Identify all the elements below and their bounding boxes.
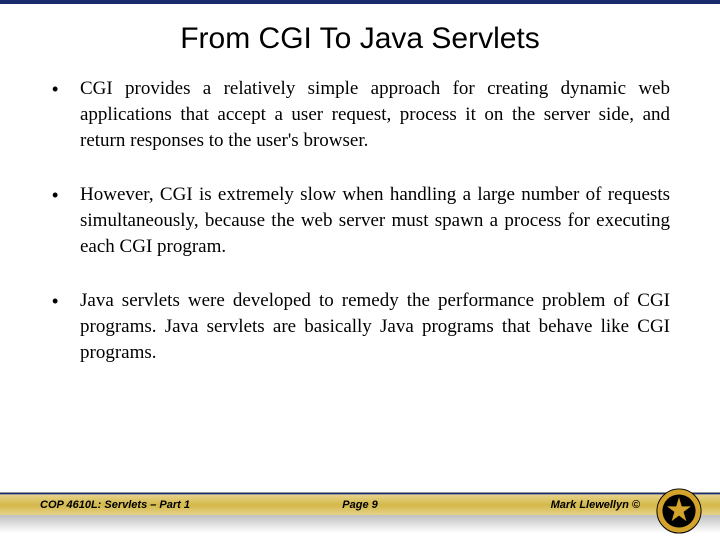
- bullet-item: • Java servlets were developed to remedy…: [50, 288, 670, 366]
- slide: From CGI To Java Servlets • CGI provides…: [0, 0, 720, 540]
- bullet-marker: •: [50, 288, 80, 366]
- footer-bar: COP 4610L: Servlets – Part 1 Page 9 Mark…: [0, 495, 720, 515]
- footer-author: Mark Llewellyn ©: [551, 499, 640, 511]
- bullet-item: • CGI provides a relatively simple appro…: [50, 76, 670, 154]
- bullet-text: However, CGI is extremely slow when hand…: [80, 182, 670, 260]
- bullet-text: Java servlets were developed to remedy t…: [80, 288, 670, 366]
- bullet-item: • However, CGI is extremely slow when ha…: [50, 182, 670, 260]
- ucf-logo-icon: [656, 488, 702, 534]
- slide-title: From CGI To Java Servlets: [0, 4, 720, 66]
- slide-content: • CGI provides a relatively simple appro…: [0, 66, 720, 366]
- footer-page: Page 9: [342, 499, 377, 511]
- slide-footer: COP 4610L: Servlets – Part 1 Page 9 Mark…: [0, 492, 720, 540]
- footer-shadow: [0, 515, 720, 533]
- footer-course: COP 4610L: Servlets – Part 1: [40, 499, 190, 511]
- bullet-text: CGI provides a relatively simple approac…: [80, 76, 670, 154]
- bullet-marker: •: [50, 76, 80, 154]
- bullet-marker: •: [50, 182, 80, 260]
